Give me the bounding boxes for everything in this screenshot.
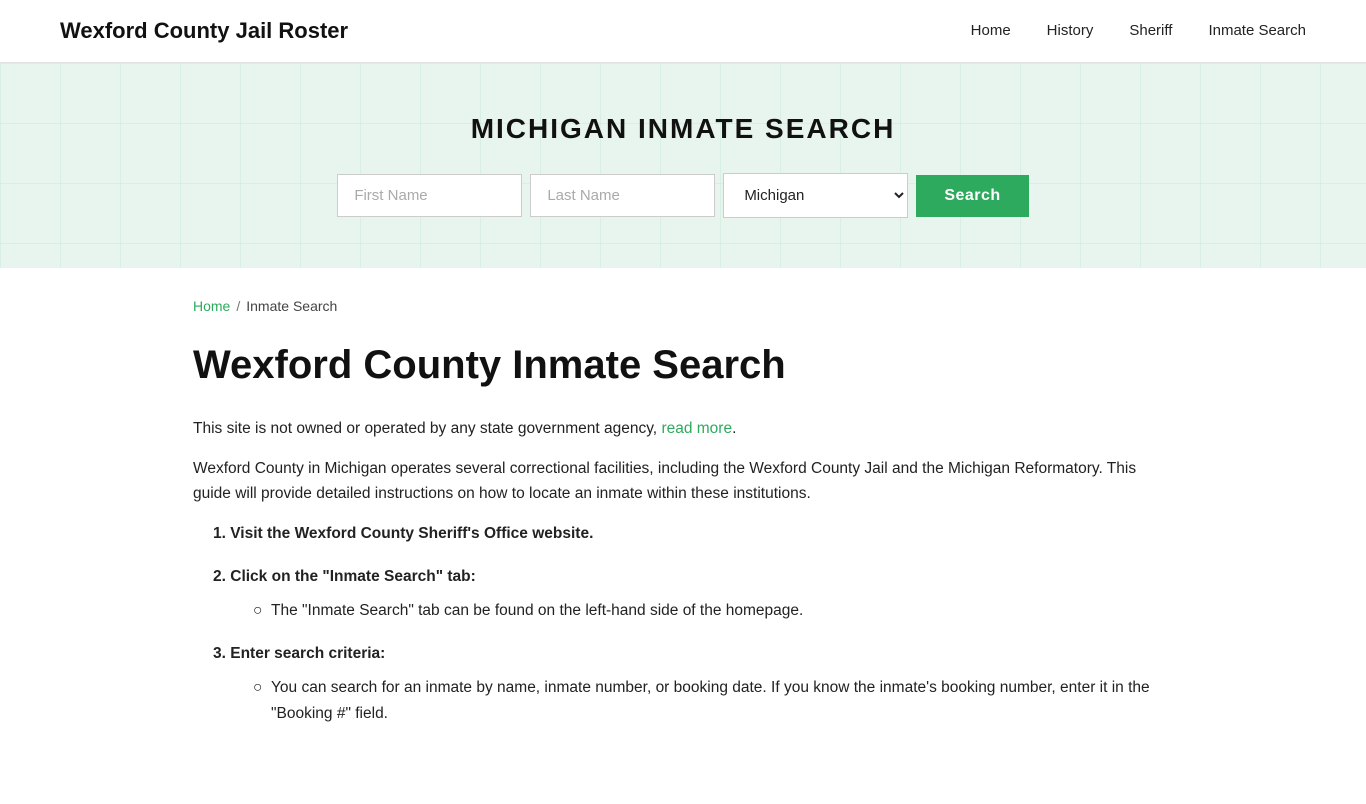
breadcrumb-home-link[interactable]: Home [193,298,230,314]
main-content: Home / Inmate Search Wexford County Inma… [133,268,1233,804]
last-name-input[interactable] [530,174,715,217]
nav-item-home[interactable]: Home [971,22,1011,40]
step-1: Visit the Wexford County Sheriff's Offic… [213,521,1173,547]
step-2-label: Click on the "Inmate Search" tab: [230,568,476,585]
main-nav: Home History Sheriff Inmate Search [971,22,1306,40]
step-2: Click on the "Inmate Search" tab: The "I… [213,564,1173,623]
site-header: Wexford County Jail Roster Home History … [0,0,1366,63]
intro-period: . [732,420,736,437]
hero-title: MICHIGAN INMATE SEARCH [471,113,896,145]
breadcrumb-separator: / [236,298,240,314]
state-select[interactable]: Michigan [723,173,908,218]
nav-link-sheriff[interactable]: Sheriff [1129,22,1172,39]
intro-paragraph: This site is not owned or operated by an… [193,416,1173,442]
instructions-list: Visit the Wexford County Sheriff's Offic… [193,521,1173,726]
nav-item-history[interactable]: History [1047,22,1094,40]
step-2-sub-list: The "Inmate Search" tab can be found on … [213,598,1173,624]
nav-link-home[interactable]: Home [971,22,1011,39]
breadcrumb-current: Inmate Search [246,298,337,314]
description-paragraph: Wexford County in Michigan operates seve… [193,456,1173,507]
page-heading: Wexford County Inmate Search [193,342,1173,388]
step-3-sub-list: You can search for an inmate by name, in… [213,675,1173,726]
read-more-link[interactable]: read more [661,420,732,437]
nav-list: Home History Sheriff Inmate Search [971,22,1306,40]
nav-link-history[interactable]: History [1047,22,1094,39]
hero-banner: MICHIGAN INMATE SEARCH Michigan Search [0,63,1366,268]
step-3: Enter search criteria: You can search fo… [213,641,1173,726]
site-title: Wexford County Jail Roster [60,18,348,44]
first-name-input[interactable] [337,174,522,217]
step-2-sub-item-1: The "Inmate Search" tab can be found on … [253,598,1173,624]
step-3-sub-item-1: You can search for an inmate by name, in… [253,675,1173,726]
search-button[interactable]: Search [916,175,1028,217]
search-form: Michigan Search [337,173,1028,218]
nav-item-inmate-search[interactable]: Inmate Search [1208,22,1306,40]
breadcrumb: Home / Inmate Search [193,298,1173,314]
nav-item-sheriff[interactable]: Sheriff [1129,22,1172,40]
step-1-label: Visit the Wexford County Sheriff's Offic… [230,525,593,542]
intro-text: This site is not owned or operated by an… [193,420,657,437]
step-3-label: Enter search criteria: [230,645,385,662]
nav-link-inmate-search[interactable]: Inmate Search [1208,22,1306,39]
